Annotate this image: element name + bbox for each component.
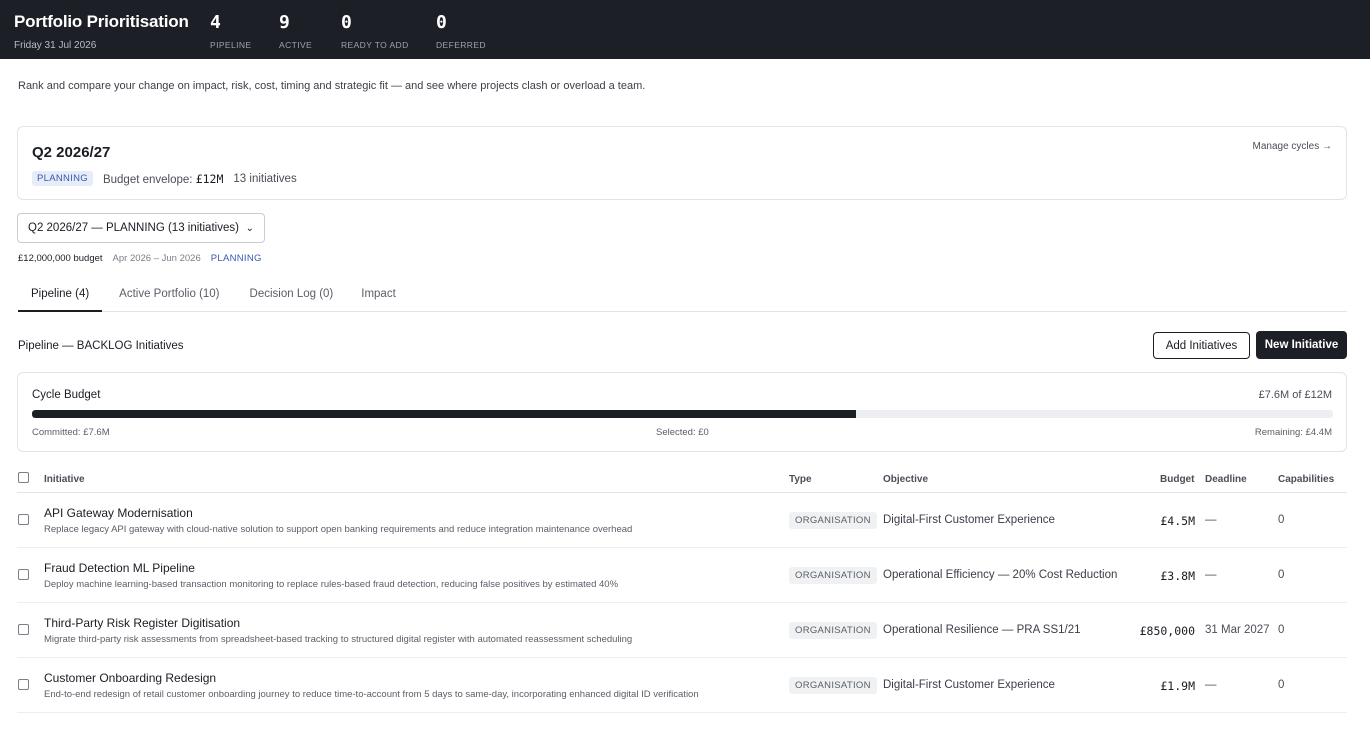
stat-active-value: 9 — [279, 12, 290, 33]
tab-pipeline[interactable]: Pipeline (4) — [18, 282, 103, 312]
header-deadline: Deadline — [1205, 474, 1247, 485]
row-budget: £850,000 — [1139, 624, 1195, 638]
cycle-initiatives-count: 13 initiatives — [233, 172, 297, 185]
cycle-select[interactable]: Q2 2026/27 — PLANNING (13 initiatives) ⌄ — [17, 213, 265, 243]
row-type-badge: ORGANISATION — [789, 677, 877, 694]
stat-active: 9 ACTIVE — [279, 12, 312, 50]
row-objective: Operational Efficiency — 20% Cost Reduct… — [883, 569, 1118, 581]
stat-deferred: 0 DEFERRED — [436, 12, 486, 50]
row-capabilities: 0 — [1278, 624, 1285, 636]
intro-text: Rank and compare your change on impact, … — [18, 80, 646, 92]
tab-active-portfolio[interactable]: Active Portfolio (10) — [106, 282, 232, 312]
stat-deferred-label: DEFERRED — [436, 40, 486, 50]
section-title: Pipeline — BACKLOG Initiatives — [18, 340, 184, 352]
select-all-checkbox[interactable] — [18, 472, 29, 483]
manage-cycles-link[interactable]: Manage cycles → — [1253, 141, 1332, 152]
row-budget: £4.5M — [1160, 514, 1195, 528]
row-type-badge: ORGANISATION — [789, 622, 877, 639]
tab-bar: Pipeline (4) Active Portfolio (10) Decis… — [18, 282, 1347, 312]
row-deadline: — — [1205, 569, 1217, 581]
table-row[interactable]: Third-Party Risk Register Digitisation M… — [17, 603, 1347, 658]
tab-impact[interactable]: Impact — [348, 282, 409, 312]
cycle-select-value: Q2 2026/27 — PLANNING (13 initiatives) — [28, 222, 239, 234]
header-initiative: Initiative — [44, 474, 85, 485]
stat-active-label: ACTIVE — [279, 40, 313, 50]
header-capabilities: Capabilities — [1278, 474, 1335, 485]
row-title: Third-Party Risk Register Digitisation — [44, 616, 241, 630]
budget-committed: Committed: £7.6M — [32, 427, 110, 438]
cycle-budget-summary: £7.6M of £12M — [1258, 389, 1332, 401]
budget-selected: Selected: £0 — [656, 427, 709, 438]
row-title: Customer Onboarding Redesign — [44, 671, 217, 685]
cycle-card: Q2 2026/27 Manage cycles → PLANNING Budg… — [17, 126, 1347, 200]
budget-progress-track — [32, 410, 1333, 418]
row-description: Replace legacy API gateway with cloud-na… — [44, 524, 633, 535]
row-deadline: — — [1205, 679, 1217, 691]
row-budget: £3.8M — [1160, 569, 1195, 583]
row-checkbox[interactable] — [18, 624, 29, 635]
row-type-badge: ORGANISATION — [789, 512, 877, 529]
header-budget: Budget — [1160, 474, 1195, 485]
row-checkbox[interactable] — [18, 514, 29, 525]
stat-pipeline-label: PIPELINE — [210, 40, 252, 50]
new-initiative-button[interactable]: New Initiative — [1256, 331, 1347, 359]
row-title: API Gateway Modernisation — [44, 506, 193, 520]
stat-pipeline-value: 4 — [210, 12, 221, 33]
cycle-budget-label: Budget envelope: — [102, 173, 193, 186]
stat-ready: 0 READY TO ADD — [341, 12, 409, 50]
row-capabilities: 0 — [1278, 569, 1285, 581]
table-header: Initiative Type Objective Budget Deadlin… — [17, 466, 1347, 493]
stat-pipeline: 4 PIPELINE — [210, 12, 251, 50]
row-objective: Digital-First Customer Experience — [883, 679, 1055, 691]
row-capabilities: 0 — [1278, 679, 1285, 691]
cycle-date-range: Apr 2026 – Jun 2026 — [112, 253, 201, 264]
table-row[interactable]: API Gateway Modernisation Replace legacy… — [17, 493, 1347, 548]
header-type: Type — [789, 474, 812, 485]
top-bar: Portfolio Prioritisation Friday 31 Jul 2… — [0, 0, 1370, 59]
row-budget: £1.9M — [1160, 679, 1195, 693]
chevron-down-icon: ⌄ — [245, 222, 254, 234]
cycle-budget-value: £12M — [195, 171, 224, 186]
cycle-summary-line: £12,000,000 budget Apr 2026 – Jun 2026 P… — [18, 253, 262, 264]
table-row[interactable]: Customer Onboarding Redesign End-to-end … — [17, 658, 1347, 713]
stat-ready-label: READY TO ADD — [341, 40, 409, 50]
row-description: End-to-end redesign of retail customer o… — [44, 689, 699, 700]
table-row[interactable]: Fraud Detection ML Pipeline Deploy machi… — [17, 548, 1347, 603]
cycle-budget: Budget envelope: £12M — [103, 172, 223, 186]
cycle-status-badge: PLANNING — [32, 171, 93, 186]
cycle-budget-card: Cycle Budget £7.6M of £12M Committed: £7… — [17, 372, 1347, 452]
cycle-meta: PLANNING Budget envelope: £12M 13 initia… — [32, 171, 297, 186]
cycle-budget-title: Cycle Budget — [32, 389, 101, 401]
row-checkbox[interactable] — [18, 569, 29, 580]
page-date: Friday 31 Jul 2026 — [14, 40, 97, 51]
cycle-total-budget: £12,000,000 budget — [18, 253, 103, 264]
stat-ready-value: 0 — [341, 12, 352, 33]
header-objective: Objective — [883, 474, 929, 485]
row-checkbox[interactable] — [18, 679, 29, 690]
row-capabilities: 0 — [1278, 514, 1285, 526]
budget-progress-fill — [32, 410, 856, 418]
row-deadline: 31 Mar 2027 — [1205, 624, 1270, 636]
row-description: Migrate third-party risk assessments fro… — [44, 634, 633, 645]
stat-deferred-value: 0 — [436, 12, 447, 33]
row-deadline: — — [1205, 514, 1217, 526]
page-title: Portfolio Prioritisation — [14, 12, 189, 31]
tab-decision-log[interactable]: Decision Log (0) — [237, 282, 347, 312]
row-type-badge: ORGANISATION — [789, 567, 877, 584]
budget-remaining: Remaining: £4.4M — [1254, 427, 1332, 438]
row-objective: Digital-First Customer Experience — [883, 514, 1055, 526]
cycle-name: Q2 2026/27 — [32, 144, 111, 161]
initiatives-table: Initiative Type Objective Budget Deadlin… — [17, 466, 1347, 713]
cycle-summary-status: PLANNING — [210, 253, 262, 264]
brand: Portfolio Prioritisation Friday 31 Jul 2… — [14, 12, 189, 51]
row-title: Fraud Detection ML Pipeline — [44, 561, 195, 575]
row-description: Deploy machine learning-based transactio… — [44, 579, 619, 590]
add-initiatives-button[interactable]: Add Initiatives — [1153, 332, 1250, 359]
row-objective: Operational Resilience — PRA SS1/21 — [883, 624, 1081, 636]
